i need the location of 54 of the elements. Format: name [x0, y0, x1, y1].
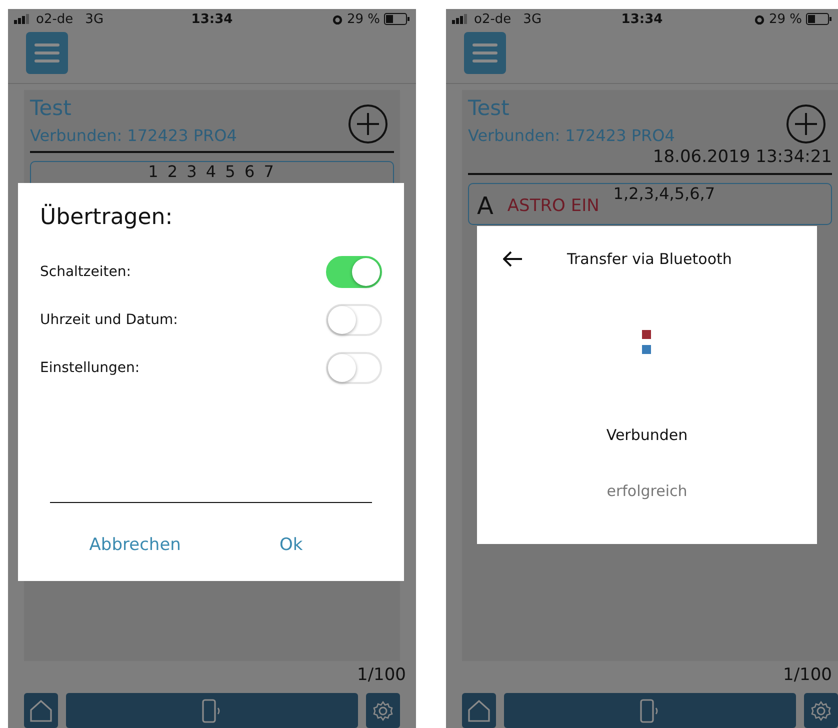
option-label: Uhrzeit und Datum:: [40, 312, 178, 328]
loading-icon: [642, 330, 652, 354]
carrier-text: o2-de: [474, 12, 512, 26]
settings-button[interactable]: [366, 693, 400, 728]
settings-icon: [810, 700, 832, 722]
signal-icon: [452, 14, 470, 24]
dialog-button[interactable]: Ok: [271, 531, 311, 559]
counter-text: 1/100: [357, 665, 406, 685]
datetime-text: 18.06.2019 13:34:21: [652, 147, 832, 167]
battery-text: 29 %: [768, 12, 802, 26]
battery-icon: [384, 13, 410, 25]
dialog-title: Übertragen:: [40, 205, 174, 230]
settings-button[interactable]: [804, 693, 838, 728]
alarm-icon: [754, 14, 765, 24]
home-button[interactable]: [462, 693, 496, 728]
menu-button[interactable]: [464, 32, 506, 74]
add-icon[interactable]: [348, 104, 388, 144]
toggle-switch[interactable]: [326, 256, 382, 288]
settings-icon: [372, 700, 394, 722]
days-text: 1,2,3,4,5,6,7: [613, 184, 716, 203]
days-text: 1 2 3 4 5 6 7: [147, 162, 277, 181]
option-label: Einstellungen:: [40, 360, 140, 376]
program-letter: A: [477, 192, 494, 220]
program-entry[interactable]: A ASTRO EIN 1,2,3,4,5,6,7: [468, 183, 832, 225]
menu-icon: [34, 43, 60, 63]
device-title: Test: [468, 96, 510, 120]
home-icon: [467, 700, 491, 722]
signal-icon: [14, 14, 32, 24]
dialog-title: Transfer via Bluetooth: [567, 250, 732, 268]
toggle-switch[interactable]: [326, 304, 382, 336]
home-button[interactable]: [24, 693, 58, 728]
connection-text: Verbunden: 172423 PRO4: [30, 126, 237, 145]
dialog-button[interactable]: Abbrechen: [81, 531, 189, 559]
menu-button[interactable]: [26, 32, 68, 74]
battery-text: 29 %: [346, 12, 380, 26]
network-text: 3G: [523, 12, 542, 26]
alarm-icon: [332, 14, 343, 24]
home-icon: [29, 700, 53, 722]
menu-icon: [472, 43, 498, 63]
toggle-switch[interactable]: [326, 352, 382, 384]
device-title: Test: [30, 96, 72, 120]
back-icon[interactable]: [503, 251, 523, 267]
status-detail: erfolgreich: [606, 482, 688, 500]
network-text: 3G: [85, 12, 104, 26]
counter-text: 1/100: [783, 665, 832, 685]
option-label: Schaltzeiten:: [40, 264, 131, 280]
add-icon[interactable]: [786, 104, 826, 144]
mode-text: ASTRO EIN: [507, 196, 600, 216]
clock-text: 13:34: [621, 12, 663, 26]
connection-text: Verbunden: 172423 PRO4: [468, 126, 675, 145]
clock-text: 13:34: [191, 12, 233, 26]
carrier-text: o2-de: [36, 12, 74, 26]
status-text: Verbunden: [606, 426, 688, 444]
battery-icon: [806, 13, 832, 25]
